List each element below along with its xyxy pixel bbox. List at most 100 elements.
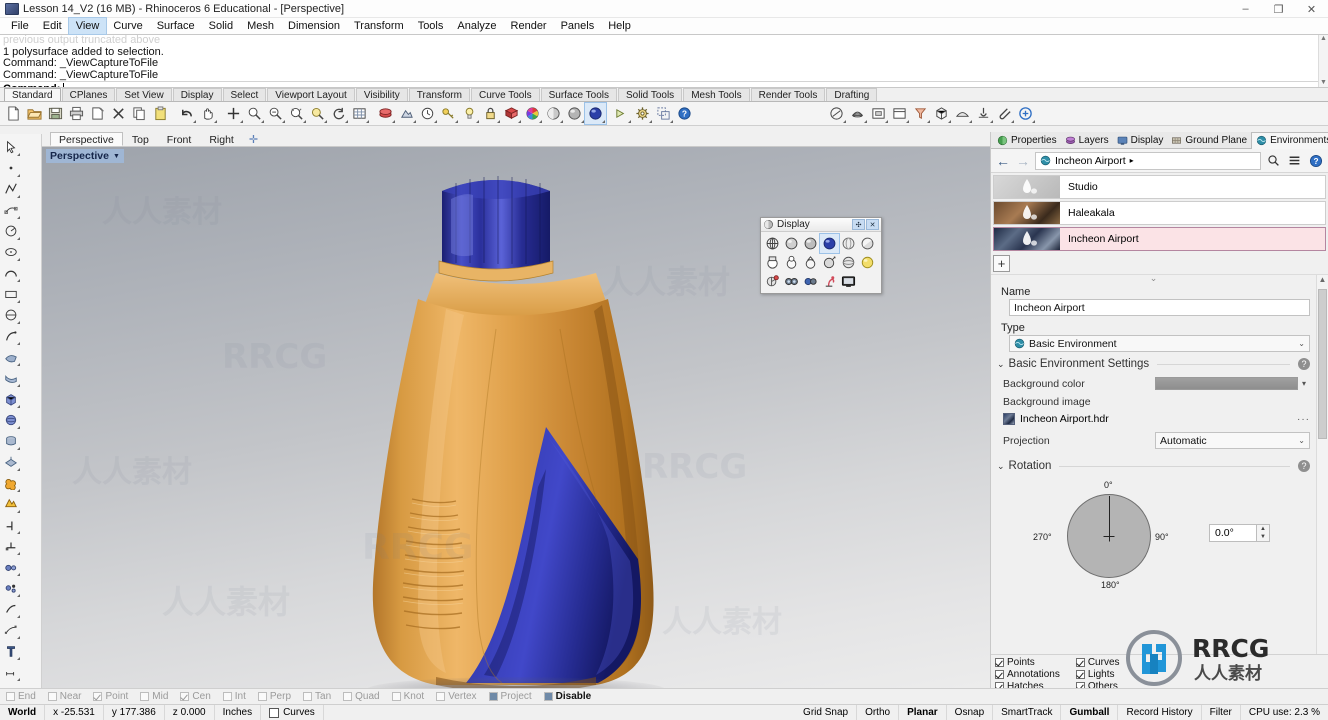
panel-tab-environments[interactable]: Environments xyxy=(1251,131,1328,149)
status-toggle-osnap[interactable]: Osnap xyxy=(947,704,994,720)
arctic-icon[interactable] xyxy=(820,253,839,272)
menu-item-render[interactable]: Render xyxy=(504,18,554,34)
status-layer[interactable]: Curves xyxy=(261,704,324,720)
lock-icon[interactable] xyxy=(480,103,501,124)
checkbox[interactable] xyxy=(436,692,446,701)
circle-slash-icon[interactable] xyxy=(826,103,847,124)
fillet-icon[interactable] xyxy=(0,556,21,577)
layers-icon[interactable] xyxy=(375,103,396,124)
checkbox[interactable] xyxy=(180,692,190,701)
background-color-swatch[interactable] xyxy=(1155,377,1298,390)
loft-icon[interactable] xyxy=(952,103,973,124)
viewport-tab-right[interactable]: Right xyxy=(200,132,243,146)
forward-arrow-icon[interactable]: → xyxy=(1015,153,1031,169)
chevron-down-icon[interactable]: ⌄ xyxy=(997,359,1005,370)
toolbar-tab-surface-tools[interactable]: Surface Tools xyxy=(540,88,617,101)
osnap-tan[interactable]: Tan xyxy=(303,691,331,702)
menu-item-help[interactable]: Help xyxy=(601,18,638,34)
light-icon[interactable] xyxy=(459,103,480,124)
copy-icon[interactable] xyxy=(129,103,150,124)
material-icon[interactable] xyxy=(501,103,522,124)
checkbox[interactable] xyxy=(222,692,232,701)
toolbar-tab-curve-tools[interactable]: Curve Tools xyxy=(470,88,540,101)
status-toggle-record-history[interactable]: Record History xyxy=(1118,704,1202,720)
checkbox[interactable] xyxy=(6,692,15,701)
paste-icon[interactable] xyxy=(150,103,171,124)
osnap-perp[interactable]: Perp xyxy=(257,691,291,702)
ghosted-icon[interactable] xyxy=(839,234,858,253)
filter-lights[interactable]: Lights xyxy=(1075,669,1120,680)
display-options-icon[interactable] xyxy=(763,272,782,291)
hamburger-menu-icon[interactable] xyxy=(1286,152,1303,169)
background-image-value-row[interactable]: Incheon Airport.hdr ··· xyxy=(997,410,1310,428)
status-toggle-cpu-use-2-3[interactable]: CPU use: 2.3 % xyxy=(1241,705,1328,720)
clock-icon[interactable] xyxy=(417,103,438,124)
flamingo-icon[interactable] xyxy=(820,272,839,291)
status-cplane[interactable]: World xyxy=(0,704,46,720)
scroll-up-arrow[interactable]: ▲ xyxy=(1320,35,1327,43)
polyline-icon[interactable] xyxy=(0,178,21,199)
checkbox[interactable] xyxy=(543,692,553,701)
breadcrumb[interactable]: Incheon Airport ▸ xyxy=(1035,151,1261,170)
toolbar-tab-cplanes[interactable]: CPlanes xyxy=(61,88,116,101)
status-toggle-planar[interactable]: Planar xyxy=(899,704,947,720)
rotation-header[interactable]: ⌄ Rotation ? xyxy=(997,460,1310,472)
chevron-down-icon[interactable]: ▾ xyxy=(1298,379,1310,388)
raytraced-icon[interactable] xyxy=(839,253,858,272)
checkbox[interactable] xyxy=(257,692,267,701)
box-icon[interactable] xyxy=(931,103,952,124)
menu-item-dimension[interactable]: Dimension xyxy=(281,18,347,34)
attach-icon[interactable] xyxy=(994,103,1015,124)
back-arrow-icon[interactable]: ← xyxy=(995,153,1011,169)
sphere-icon[interactable] xyxy=(0,409,21,430)
toolbar-tab-render-tools[interactable]: Render Tools xyxy=(750,88,826,101)
filter-curves[interactable]: Curves xyxy=(1075,657,1120,668)
rotate-view-icon[interactable] xyxy=(328,103,349,124)
projection-select[interactable]: Automatic ⌄ xyxy=(1155,432,1310,449)
color-wheel-icon[interactable] xyxy=(522,103,543,124)
circle-diameter-icon[interactable] xyxy=(0,304,21,325)
osnap-mid[interactable]: Mid xyxy=(140,691,168,702)
circle-icon[interactable] xyxy=(0,220,21,241)
undo-icon[interactable] xyxy=(176,103,197,124)
filter-points[interactable]: Points xyxy=(995,657,1060,668)
checkbox[interactable] xyxy=(995,670,1004,679)
zoom-extents-icon[interactable] xyxy=(223,103,244,124)
window-icon[interactable] xyxy=(868,103,889,124)
toolbar-tab-viewport-layout[interactable]: Viewport Layout xyxy=(267,88,355,101)
save-file-icon[interactable] xyxy=(45,103,66,124)
osnap-project[interactable]: Project xyxy=(488,691,532,702)
viewport-tab-top[interactable]: Top xyxy=(123,132,158,146)
environment-type-select[interactable]: Basic Environment ⌄ xyxy=(1009,335,1310,352)
status-toggle-filter[interactable]: Filter xyxy=(1202,704,1241,720)
help-icon[interactable]: ? xyxy=(1298,460,1310,472)
surface-from-curves-icon[interactable] xyxy=(0,346,21,367)
shaded-icon[interactable] xyxy=(782,234,801,253)
menu-item-file[interactable]: File xyxy=(4,18,36,34)
select-arrow-icon[interactable] xyxy=(0,136,21,157)
help-icon[interactable]: ? xyxy=(1298,358,1310,370)
shade-icon[interactable] xyxy=(543,103,564,124)
pan-icon[interactable] xyxy=(197,103,218,124)
xray-icon[interactable] xyxy=(858,234,877,253)
minimize-button[interactable]: – xyxy=(1229,0,1262,18)
rotation-value-stepper[interactable]: 0.0° ▲ ▼ xyxy=(1209,524,1270,542)
ellipse-icon[interactable] xyxy=(0,241,21,262)
toolbar-tab-transform[interactable]: Transform xyxy=(408,88,470,101)
toolbar-tab-drafting[interactable]: Drafting xyxy=(826,88,878,101)
checkbox[interactable] xyxy=(995,658,1004,667)
panel-tab-properties[interactable]: Properties xyxy=(993,132,1061,148)
help-icon[interactable]: ? xyxy=(674,103,695,124)
new-file-icon[interactable] xyxy=(3,103,24,124)
zoom-window-icon[interactable] xyxy=(244,103,265,124)
scroll-thumb[interactable] xyxy=(1318,289,1327,439)
render-icon[interactable] xyxy=(396,103,417,124)
menu-item-mesh[interactable]: Mesh xyxy=(240,18,281,34)
sweep-icon[interactable] xyxy=(973,103,994,124)
checkbox[interactable] xyxy=(1075,670,1085,679)
menu-item-transform[interactable]: Transform xyxy=(347,18,411,34)
control-point-curve-icon[interactable] xyxy=(0,199,21,220)
toolbar-tab-solid-tools[interactable]: Solid Tools xyxy=(618,88,683,101)
delete-icon[interactable] xyxy=(108,103,129,124)
block-icon[interactable] xyxy=(653,103,674,124)
